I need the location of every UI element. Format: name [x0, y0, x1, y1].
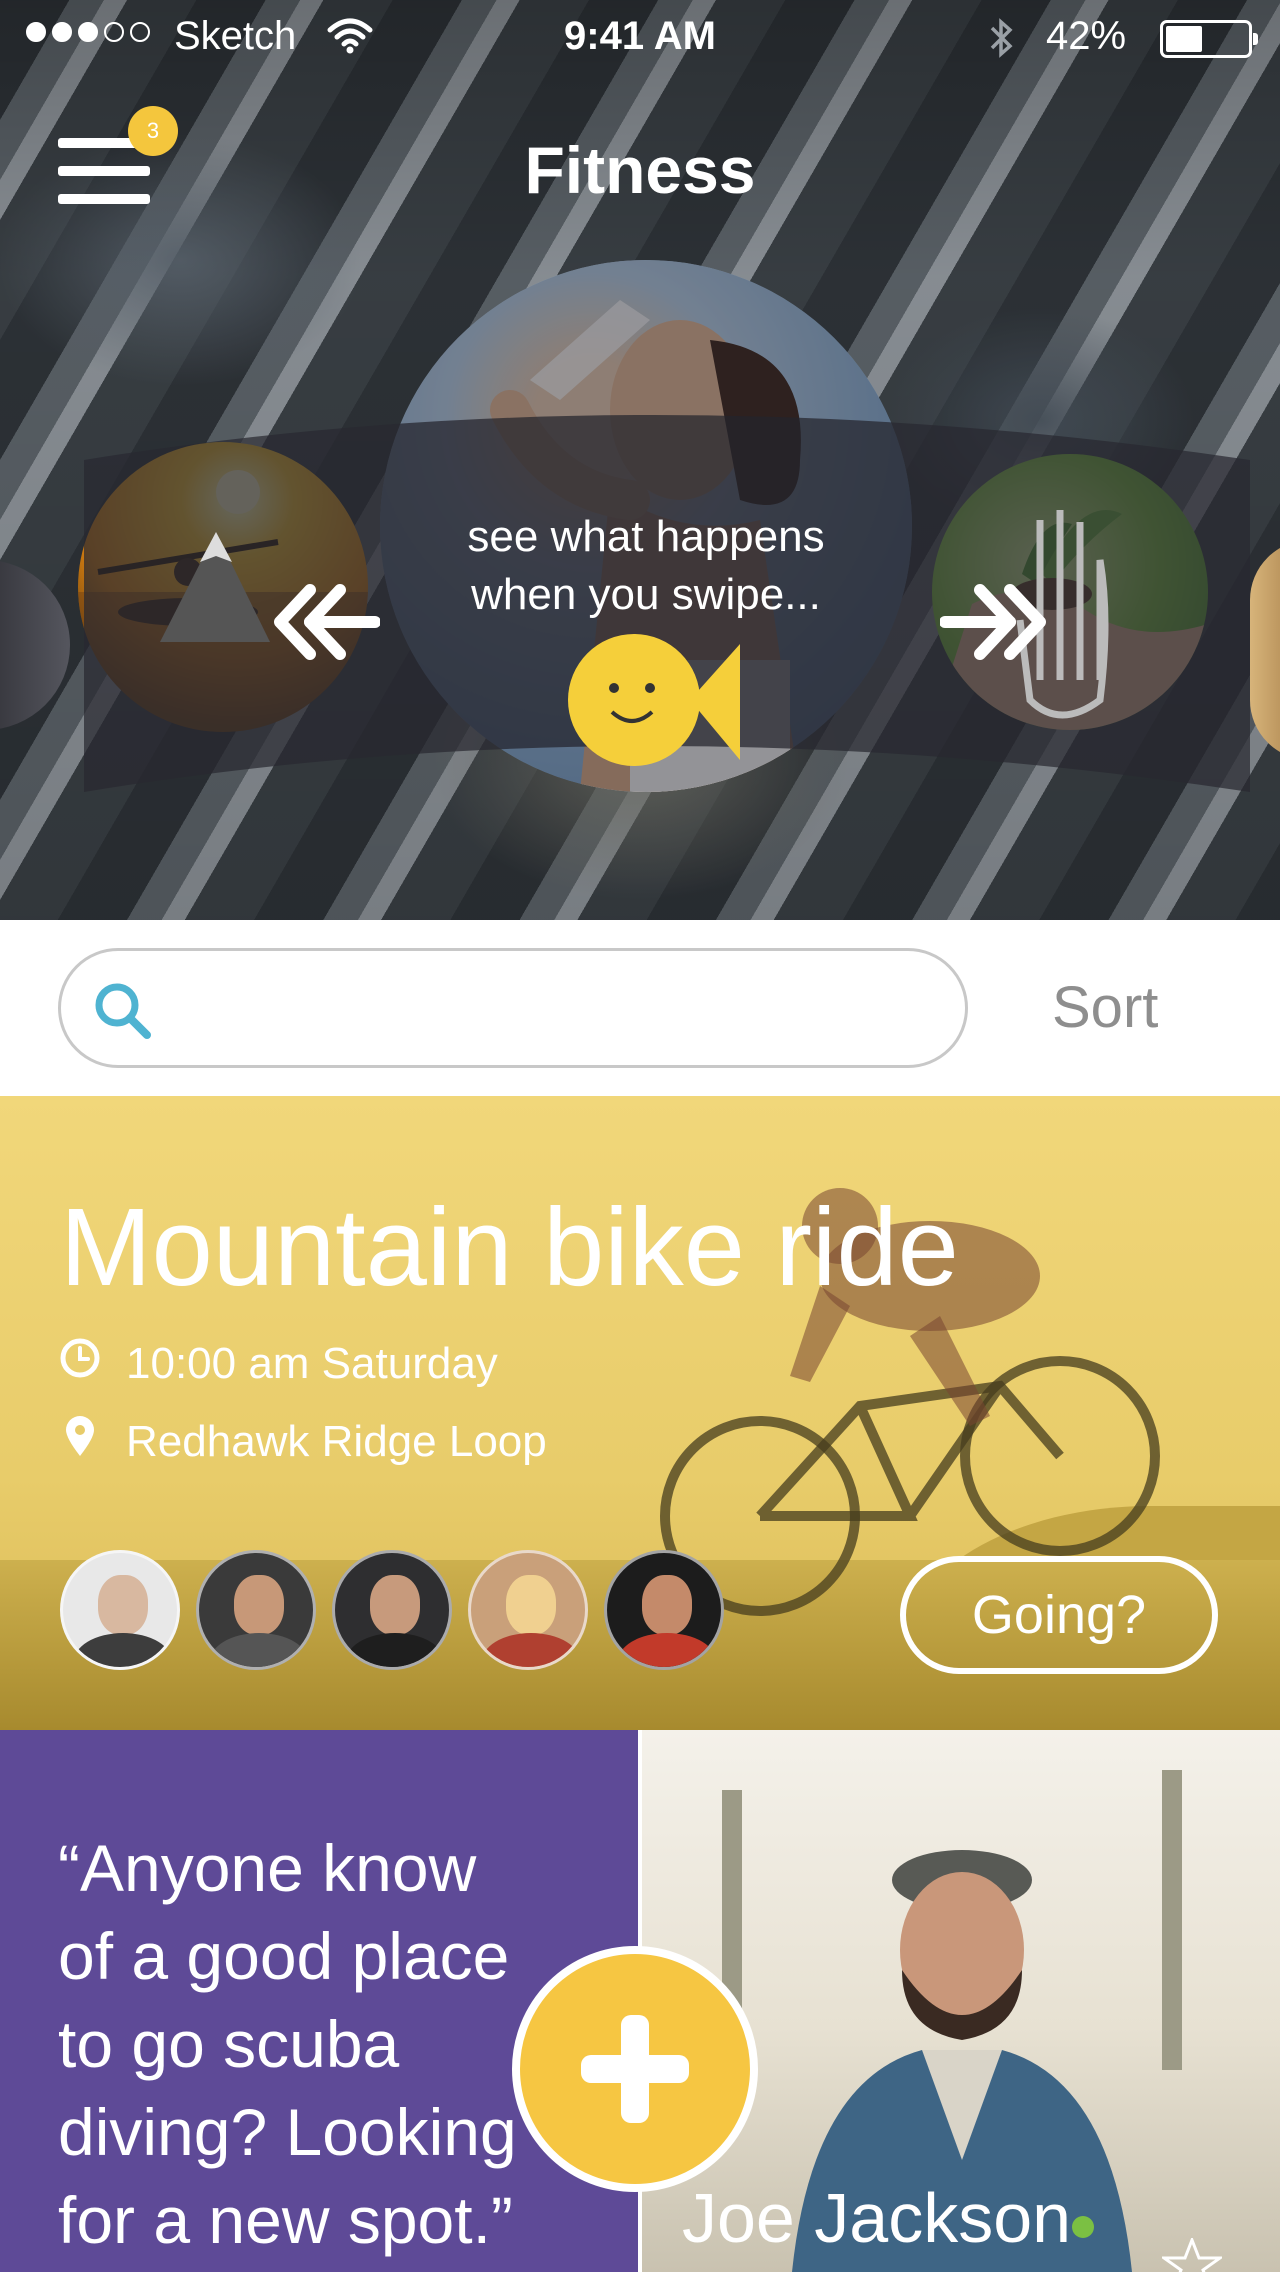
quote-line: of a good place — [58, 1919, 510, 1993]
event-time-row: 10:00 am Saturday — [60, 1338, 498, 1389]
quote-line: for a new spot.” — [58, 2183, 513, 2257]
page-title: Fitness — [524, 133, 756, 207]
swipe-hint-text: see what happens when you swipe... — [380, 508, 912, 624]
sort-button[interactable]: Sort — [1052, 974, 1158, 1041]
bluetooth-icon — [986, 14, 1016, 72]
event-location: Redhawk Ridge Loop — [126, 1416, 547, 1466]
search-input[interactable] — [171, 971, 935, 1047]
add-button[interactable] — [512, 1946, 758, 2192]
battery-icon — [1160, 20, 1258, 58]
swipe-hint-line-1: see what happens — [467, 512, 825, 561]
image-carousel[interactable]: see what happens when you swipe... — [0, 260, 1280, 820]
quote-line: to go scuba — [58, 2007, 400, 2081]
going-button[interactable]: Going? — [900, 1556, 1218, 1674]
attendee-avatar[interactable] — [60, 1550, 180, 1670]
event-title: Mountain bike ride — [60, 1186, 959, 1309]
search-box[interactable] — [58, 948, 968, 1068]
attendee-avatar[interactable] — [332, 1550, 452, 1670]
attendee-avatar[interactable] — [196, 1550, 316, 1670]
notification-badge: 3 — [128, 106, 178, 156]
quote-line: diving? Looking — [58, 2095, 517, 2169]
swipe-left-arrow-icon[interactable] — [270, 582, 381, 667]
attendee-avatar[interactable] — [468, 1550, 588, 1670]
search-icon — [91, 979, 155, 1048]
battery-percent: 42% — [1046, 14, 1127, 58]
attendee-avatar[interactable] — [604, 1550, 724, 1670]
plus-icon — [581, 2015, 689, 2123]
event-location-row: Redhawk Ridge Loop — [60, 1414, 547, 1469]
star-icon[interactable] — [1159, 2235, 1225, 2272]
event-time: 10:00 am Saturday — [126, 1338, 498, 1388]
clock-icon — [60, 1338, 100, 1389]
quote-line: “Anyone know — [58, 1831, 477, 1905]
online-status-indicator — [1072, 2216, 1094, 2238]
location-pin-icon — [60, 1414, 100, 1469]
search-row: Sort — [0, 920, 1280, 1096]
swipe-hint-line-2: when you swipe... — [471, 570, 821, 619]
hero-banner: Sketch 9:41 AM 42% 3 Fitness see what ha… — [0, 0, 1280, 920]
attendee-avatars — [60, 1550, 724, 1670]
event-card[interactable]: Mountain bike ride 10:00 am Saturday Red… — [0, 1096, 1280, 1730]
status-bar: Sketch 9:41 AM 42% — [0, 0, 1280, 76]
swipe-right-arrow-icon[interactable] — [939, 582, 1050, 667]
profile-name: Joe Jackson — [682, 2179, 1072, 2257]
